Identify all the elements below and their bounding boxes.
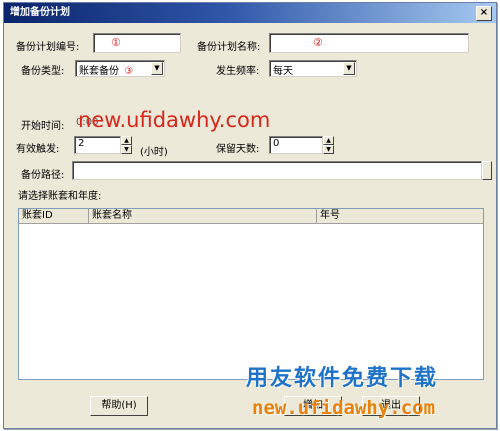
- account-year-grid[interactable]: 账套ID 账套名称 年号: [18, 208, 484, 380]
- title-bar: 增加备份计划 ×: [4, 3, 496, 23]
- start-time-label: 开始时间:: [21, 121, 65, 132]
- trigger-label: 有效触发:: [16, 144, 60, 155]
- grid-header: 账套ID 账套名称 年号: [19, 209, 483, 224]
- backup-type-marker: ③: [124, 66, 134, 77]
- backup-path-input[interactable]: [72, 161, 482, 180]
- trigger-input[interactable]: 2: [74, 136, 121, 154]
- browse-button[interactable]: [482, 161, 492, 180]
- plan-no-label: 备份计划编号:: [16, 42, 80, 53]
- keep-days-input[interactable]: 0: [269, 136, 323, 154]
- spin-up-icon[interactable]: ▲: [323, 136, 334, 145]
- watermark-url-bottom: new.ufidawhy.com: [252, 397, 436, 419]
- plan-name-input[interactable]: ②: [269, 33, 469, 53]
- keep-days-label: 保留天数:: [216, 144, 260, 155]
- watermark-brand: 用友软件免费下载: [246, 366, 439, 391]
- chevron-down-icon[interactable]: ▼: [343, 62, 355, 75]
- keep-days-value: 0: [273, 138, 280, 149]
- plan-no-marker: ①: [111, 36, 121, 49]
- plan-no-input[interactable]: ①: [93, 33, 181, 53]
- close-button[interactable]: ×: [476, 6, 492, 21]
- spin-up-icon[interactable]: ▲: [121, 136, 132, 145]
- spin-down-icon[interactable]: ▼: [323, 145, 334, 154]
- plan-name-marker: ②: [313, 36, 323, 49]
- chevron-down-icon[interactable]: ▼: [151, 62, 163, 75]
- watermark-url-top: new.ufidawhy.com: [78, 108, 271, 132]
- column-header-year[interactable]: 年号: [317, 209, 483, 223]
- spin-down-icon[interactable]: ▼: [121, 145, 132, 154]
- frequency-value: 每天: [273, 66, 293, 77]
- column-header-account-id[interactable]: 账套ID: [19, 209, 89, 223]
- frequency-select[interactable]: 每天 ▼: [269, 60, 357, 77]
- backup-type-select[interactable]: 账套备份 ③ ▼: [75, 60, 165, 77]
- select-account-label: 请选择账套和年度:: [18, 191, 102, 202]
- backup-type-label: 备份类型:: [21, 66, 65, 77]
- column-header-account-name[interactable]: 账套名称: [89, 209, 317, 223]
- trigger-value: 2: [78, 138, 85, 149]
- backup-path-label: 备份路径:: [21, 170, 65, 181]
- frequency-label: 发生频率:: [216, 66, 260, 77]
- plan-name-label: 备份计划名称:: [197, 42, 261, 53]
- dialog-title: 增加备份计划: [10, 7, 70, 18]
- backup-type-value: 账套备份: [79, 66, 119, 77]
- help-button[interactable]: 帮助(H): [90, 396, 148, 416]
- trigger-unit: (小时): [140, 147, 168, 158]
